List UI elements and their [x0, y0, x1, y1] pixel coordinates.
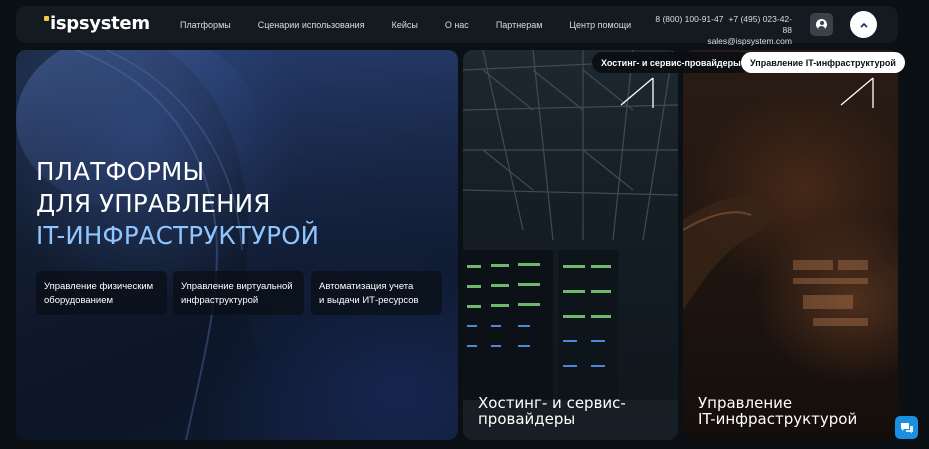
touchscreen-hand-image	[683, 77, 874, 326]
feature-label-line-1: Автоматизация учета	[319, 281, 414, 292]
logo-dot-icon	[44, 16, 49, 21]
card-title-line-2: IT-инфраструктурой	[698, 410, 858, 428]
email-link[interactable]: sales@ispsystem.com	[649, 36, 792, 47]
feature-it-resource-automation[interactable]: Автоматизация учета и выдачи ИТ-ресурсов	[311, 271, 442, 315]
nav-item-about[interactable]: О нас	[445, 20, 469, 30]
feature-label-line-1: Управление виртуальной	[181, 281, 293, 292]
hero-title-line-1: ПЛАТФОРМЫ	[36, 157, 205, 186]
user-icon	[816, 19, 827, 30]
logo-text: ispsystem	[50, 13, 150, 34]
feature-label-line-2: оборудованием	[44, 295, 114, 306]
feature-label-line-2: инфраструктурой	[181, 295, 259, 306]
contacts: 8 (800) 100-91-47 +7 (495) 023-42-88 sale…	[649, 14, 792, 47]
hero-card: ПЛАТФОРМЫ ДЛЯ УПРАВЛЕНИЯ IT-ИНФРАСТРУКТУ…	[16, 50, 458, 440]
feature-label-line-1: Управление физическим	[44, 281, 154, 292]
hero-title-line-3: IT-ИНФРАСТРУКТУРОЙ	[36, 221, 320, 250]
account-button[interactable]	[810, 13, 833, 36]
nav-item-help-center[interactable]: Центр помощи	[569, 20, 631, 30]
hero-title-line-2: ДЛЯ УПРАВЛЕНИЯ	[36, 189, 271, 218]
card-title-line-1: Управление	[698, 394, 793, 412]
phone-link-2[interactable]: +7 (495) 023-42-88	[728, 14, 792, 35]
phone-link-1[interactable]: 8 (800) 100-91-47	[655, 14, 723, 24]
chat-icon	[900, 422, 913, 433]
tab-it-infrastructure[interactable]: Управление IT-инфраструктурой	[741, 52, 905, 73]
card-hosting-title: Хостинг- и сервис- провайдеры	[478, 395, 626, 427]
card-hosting-providers[interactable]: Хостинг- и сервис- провайдеры	[463, 50, 678, 440]
card-title-line-1: Хостинг- и сервис-	[478, 394, 626, 412]
feature-physical-hardware[interactable]: Управление физическим оборудованием	[36, 271, 167, 315]
card-title-line-2: провайдеры	[478, 410, 576, 428]
chat-button[interactable]	[895, 416, 918, 439]
nav-item-cases[interactable]: Кейсы	[392, 20, 418, 30]
nav-item-platforms[interactable]: Платформы	[180, 20, 231, 30]
logo[interactable]: ispsystem	[44, 13, 150, 34]
feature-label-line-2: и выдачи ИТ-ресурсов	[319, 295, 419, 306]
card-it-infrastructure[interactable]: Управление IT-инфраструктурой	[683, 50, 898, 440]
chevron-up-icon	[859, 22, 868, 28]
nav-item-use-cases[interactable]: Сценарии использования	[258, 20, 365, 30]
tab-hosting-providers[interactable]: Хостинг- и сервис-провайдеры	[592, 52, 750, 73]
hero-title: ПЛАТФОРМЫ ДЛЯ УПРАВЛЕНИЯ IT-ИНФРАСТРУКТУ…	[36, 156, 319, 252]
scroll-up-button[interactable]	[850, 11, 877, 38]
main-nav: Платформы Сценарии использования Кейсы О…	[180, 6, 658, 43]
nav-item-partners[interactable]: Партнерам	[496, 20, 543, 30]
feature-virtual-infrastructure[interactable]: Управление виртуальной инфраструктурой	[173, 271, 304, 315]
card-it-title: Управление IT-инфраструктурой	[698, 395, 857, 427]
site-header: ispsystem Платформы Сценарии использован…	[16, 6, 898, 46]
datacenter-image	[463, 50, 678, 440]
